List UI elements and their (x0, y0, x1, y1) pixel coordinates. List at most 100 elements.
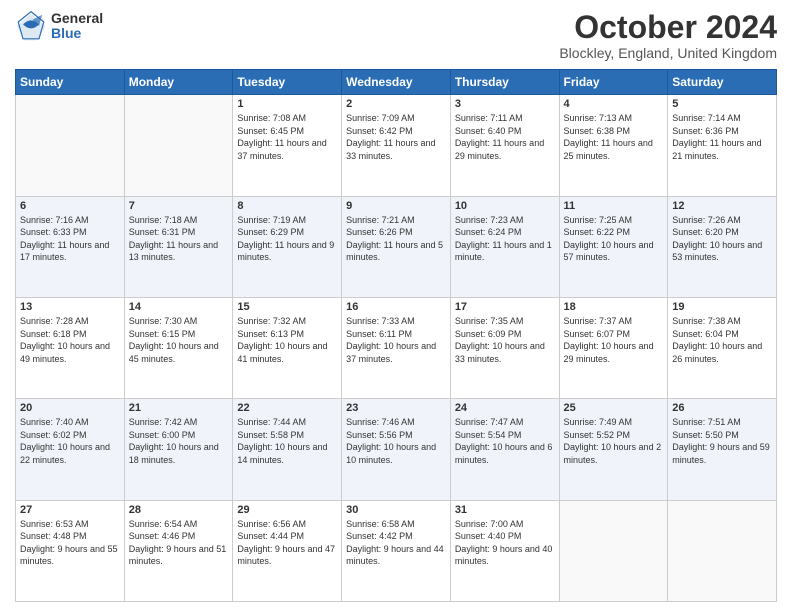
calendar-week-5: 27 Sunrise: 6:53 AM Sunset: 4:48 PM Dayli… (16, 500, 777, 601)
day-number: 27 (20, 504, 120, 516)
day-number: 8 (237, 200, 337, 212)
col-sunday: Sunday (16, 70, 125, 95)
logo: General Blue (15, 10, 103, 42)
day-number: 28 (129, 504, 229, 516)
day-number: 3 (455, 98, 555, 110)
calendar-cell: 28 Sunrise: 6:54 AM Sunset: 4:46 PM Dayli… (124, 500, 233, 601)
calendar-cell: 17 Sunrise: 7:35 AM Sunset: 6:09 PM Dayli… (450, 297, 559, 398)
day-info: Sunrise: 7:18 AM Sunset: 6:31 PM Dayligh… (129, 214, 229, 264)
day-number: 31 (455, 504, 555, 516)
day-number: 21 (129, 402, 229, 414)
calendar-cell (16, 95, 125, 196)
day-info: Sunrise: 7:13 AM Sunset: 6:38 PM Dayligh… (564, 112, 664, 162)
day-number: 24 (455, 402, 555, 414)
day-info: Sunrise: 7:19 AM Sunset: 6:29 PM Dayligh… (237, 214, 337, 264)
day-info: Sunrise: 7:40 AM Sunset: 6:02 PM Dayligh… (20, 416, 120, 466)
calendar-cell: 16 Sunrise: 7:33 AM Sunset: 6:11 PM Dayli… (342, 297, 451, 398)
calendar-cell: 26 Sunrise: 7:51 AM Sunset: 5:50 PM Dayli… (668, 399, 777, 500)
day-number: 2 (346, 98, 446, 110)
calendar-cell: 5Sunrise: 7:14 AM Sunset: 6:36 PM Daylig… (668, 95, 777, 196)
day-info: Sunrise: 7:16 AM Sunset: 6:33 PM Dayligh… (20, 214, 120, 264)
calendar-cell: 1 Sunrise: 7:08 AM Sunset: 6:45 PM Daylig… (233, 95, 342, 196)
day-number: 26 (672, 402, 772, 414)
day-info: Sunrise: 6:53 AM Sunset: 4:48 PM Dayligh… (20, 518, 120, 568)
day-number: 16 (346, 301, 446, 313)
calendar-cell: 13Sunrise: 7:28 AM Sunset: 6:18 PM Dayli… (16, 297, 125, 398)
day-info: Sunrise: 7:08 AM Sunset: 6:45 PM Dayligh… (237, 112, 337, 162)
day-number: 22 (237, 402, 337, 414)
day-number: 9 (346, 200, 446, 212)
calendar-cell: 7 Sunrise: 7:18 AM Sunset: 6:31 PM Daylig… (124, 196, 233, 297)
day-info: Sunrise: 7:28 AM Sunset: 6:18 PM Dayligh… (20, 315, 120, 365)
col-friday: Friday (559, 70, 668, 95)
day-number: 7 (129, 200, 229, 212)
day-info: Sunrise: 7:46 AM Sunset: 5:56 PM Dayligh… (346, 416, 446, 466)
day-number: 17 (455, 301, 555, 313)
calendar-cell (668, 500, 777, 601)
day-info: Sunrise: 6:54 AM Sunset: 4:46 PM Dayligh… (129, 518, 229, 568)
day-info: Sunrise: 7:23 AM Sunset: 6:24 PM Dayligh… (455, 214, 555, 264)
calendar-cell (559, 500, 668, 601)
day-number: 4 (564, 98, 664, 110)
calendar-cell: 2 Sunrise: 7:09 AM Sunset: 6:42 PM Daylig… (342, 95, 451, 196)
day-number: 30 (346, 504, 446, 516)
day-info: Sunrise: 7:09 AM Sunset: 6:42 PM Dayligh… (346, 112, 446, 162)
day-number: 10 (455, 200, 555, 212)
page: General Blue October 2024 Blockley, Engl… (0, 0, 792, 612)
calendar-cell: 3 Sunrise: 7:11 AM Sunset: 6:40 PM Daylig… (450, 95, 559, 196)
day-number: 19 (672, 301, 772, 313)
calendar-cell: 8 Sunrise: 7:19 AM Sunset: 6:29 PM Daylig… (233, 196, 342, 297)
day-number: 11 (564, 200, 664, 212)
calendar-cell: 12 Sunrise: 7:26 AM Sunset: 6:20 PM Dayli… (668, 196, 777, 297)
day-info: Sunrise: 7:26 AM Sunset: 6:20 PM Dayligh… (672, 214, 772, 264)
calendar-cell: 30 Sunrise: 6:58 AM Sunset: 4:42 PM Dayli… (342, 500, 451, 601)
calendar-week-4: 20 Sunrise: 7:40 AM Sunset: 6:02 PM Dayli… (16, 399, 777, 500)
day-info: Sunrise: 6:56 AM Sunset: 4:44 PM Dayligh… (237, 518, 337, 568)
calendar-cell: 19 Sunrise: 7:38 AM Sunset: 6:04 PM Dayli… (668, 297, 777, 398)
day-number: 25 (564, 402, 664, 414)
day-info: Sunrise: 7:33 AM Sunset: 6:11 PM Dayligh… (346, 315, 446, 365)
day-number: 1 (237, 98, 337, 110)
day-info: Sunrise: 7:51 AM Sunset: 5:50 PM Dayligh… (672, 416, 772, 466)
calendar-week-2: 6 Sunrise: 7:16 AM Sunset: 6:33 PM Daylig… (16, 196, 777, 297)
header: General Blue October 2024 Blockley, Engl… (15, 10, 777, 61)
calendar-cell: 31 Sunrise: 7:00 AM Sunset: 4:40 PM Dayli… (450, 500, 559, 601)
logo-general-text: General (51, 11, 103, 26)
day-info: Sunrise: 7:35 AM Sunset: 6:09 PM Dayligh… (455, 315, 555, 365)
calendar-cell: 14Sunrise: 7:30 AM Sunset: 6:15 PM Dayli… (124, 297, 233, 398)
location: Blockley, England, United Kingdom (559, 45, 777, 61)
title-area: October 2024 Blockley, England, United K… (559, 10, 777, 61)
day-info: Sunrise: 6:58 AM Sunset: 4:42 PM Dayligh… (346, 518, 446, 568)
day-info: Sunrise: 7:32 AM Sunset: 6:13 PM Dayligh… (237, 315, 337, 365)
day-number: 18 (564, 301, 664, 313)
calendar-cell: 11 Sunrise: 7:25 AM Sunset: 6:22 PM Dayli… (559, 196, 668, 297)
day-info: Sunrise: 7:47 AM Sunset: 5:54 PM Dayligh… (455, 416, 555, 466)
day-info: Sunrise: 7:38 AM Sunset: 6:04 PM Dayligh… (672, 315, 772, 365)
calendar-cell: 9 Sunrise: 7:21 AM Sunset: 6:26 PM Daylig… (342, 196, 451, 297)
col-tuesday: Tuesday (233, 70, 342, 95)
day-info: Sunrise: 7:25 AM Sunset: 6:22 PM Dayligh… (564, 214, 664, 264)
calendar-cell: 22 Sunrise: 7:44 AM Sunset: 5:58 PM Dayli… (233, 399, 342, 500)
day-number: 20 (20, 402, 120, 414)
day-number: 5 (672, 98, 772, 110)
calendar-week-3: 13Sunrise: 7:28 AM Sunset: 6:18 PM Dayli… (16, 297, 777, 398)
day-number: 14 (129, 301, 229, 313)
calendar-cell: 27 Sunrise: 6:53 AM Sunset: 4:48 PM Dayli… (16, 500, 125, 601)
day-number: 6 (20, 200, 120, 212)
day-number: 23 (346, 402, 446, 414)
col-saturday: Saturday (668, 70, 777, 95)
day-info: Sunrise: 7:21 AM Sunset: 6:26 PM Dayligh… (346, 214, 446, 264)
day-info: Sunrise: 7:37 AM Sunset: 6:07 PM Dayligh… (564, 315, 664, 365)
day-number: 12 (672, 200, 772, 212)
calendar-table: Sunday Monday Tuesday Wednesday Thursday… (15, 69, 777, 602)
calendar-cell: 21Sunrise: 7:42 AM Sunset: 6:00 PM Dayli… (124, 399, 233, 500)
day-info: Sunrise: 7:44 AM Sunset: 5:58 PM Dayligh… (237, 416, 337, 466)
logo-blue-text: Blue (51, 26, 103, 41)
calendar-cell: 25Sunrise: 7:49 AM Sunset: 5:52 PM Dayli… (559, 399, 668, 500)
calendar-cell: 23 Sunrise: 7:46 AM Sunset: 5:56 PM Dayli… (342, 399, 451, 500)
calendar-cell (124, 95, 233, 196)
day-info: Sunrise: 7:11 AM Sunset: 6:40 PM Dayligh… (455, 112, 555, 162)
day-number: 15 (237, 301, 337, 313)
logo-text: General Blue (51, 11, 103, 42)
day-info: Sunrise: 7:00 AM Sunset: 4:40 PM Dayligh… (455, 518, 555, 568)
